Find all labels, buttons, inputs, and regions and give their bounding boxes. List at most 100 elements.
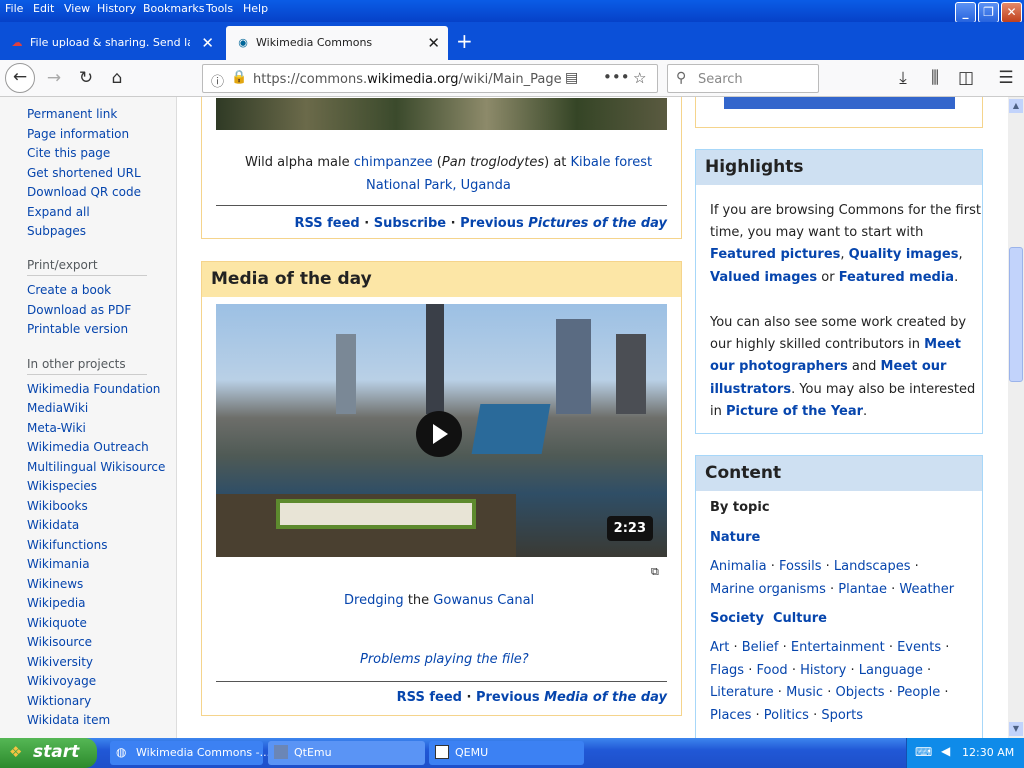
hamburger-menu-icon[interactable]: ☰ [992,65,1020,93]
sidebar-project-link[interactable]: Wiktionary [27,694,91,708]
sidebar-link-download-pdf[interactable]: Download as PDF [27,303,131,317]
menu-help[interactable]: Help [243,2,268,15]
forward-button[interactable]: → [40,65,68,93]
featured-media-link[interactable]: Featured media [839,270,954,285]
featured-pictures-link[interactable]: Featured pictures [710,247,840,262]
gowanus-canal-link[interactable]: Gowanus Canal [433,593,534,608]
landscapes-link[interactable]: Landscapes [834,559,911,574]
sidebar-toggle-icon[interactable]: ◫ [952,65,980,93]
subscribe-link[interactable]: Subscribe [374,216,446,231]
dredging-link[interactable]: Dredging [344,593,404,608]
sidebar-project-link[interactable]: Wikidata [27,518,79,532]
bookmark-star-icon[interactable]: ☆ [633,69,646,87]
sidebar-project-link[interactable]: MediaWiki [27,401,88,415]
reload-button[interactable]: ↻ [72,65,100,93]
potd-image[interactable] [216,98,667,130]
vertical-scrollbar[interactable]: ▲ ▼ [1008,97,1024,738]
library-icon[interactable]: ⫼ [921,65,949,93]
reader-view-icon[interactable]: ▤ [565,70,578,86]
fossils-link[interactable]: Fossils [779,559,822,574]
sidebar-link-qr-code[interactable]: Download QR code [27,185,141,199]
sidebar-project-link[interactable]: Wikimedia Outreach [27,440,149,454]
info-icon[interactable]: ⓘ [211,71,224,90]
tab-wikimedia-commons[interactable]: ◉ Wikimedia Commons ✕ [226,26,448,60]
entertainment-link[interactable]: Entertainment [791,640,885,655]
sidebar-project-link[interactable]: Wikivoyage [27,674,96,688]
rss-feed-link[interactable]: RSS feed [397,690,462,705]
meet-photographers-link[interactable]: Meet [924,337,961,352]
scroll-down-icon[interactable]: ▼ [1009,722,1023,736]
scrollbar-thumb[interactable] [1009,247,1023,382]
task-qtemu[interactable]: QtEmu [268,741,425,765]
tab-file-upload[interactable]: ☁ File upload & sharing. Send large f ✕ [0,26,222,60]
expand-icon[interactable]: ⧉ [651,565,659,579]
belief-link[interactable]: Belief [742,640,779,655]
chimpanzee-link[interactable]: chimpanzee [354,155,433,170]
sidebar-link-subpages[interactable]: Subpages [27,224,86,238]
objects-link[interactable]: Objects [835,685,884,700]
menu-view[interactable]: View [64,2,90,15]
menu-edit[interactable]: Edit [33,2,54,15]
sidebar-link-expand-all[interactable]: Expand all [27,205,90,219]
back-button[interactable]: ← [5,63,35,93]
sidebar-project-link[interactable]: Wikisource [27,635,92,649]
politics-link[interactable]: Politics [764,708,809,723]
scroll-up-icon[interactable]: ▲ [1009,99,1023,113]
sidebar-project-link[interactable]: Wikifunctions [27,538,108,552]
menu-tools[interactable]: Tools [206,2,233,15]
task-wikimedia-commons[interactable]: ◍ Wikimedia Commons -... [110,741,270,765]
sports-link[interactable]: Sports [821,708,863,723]
sidebar-project-link[interactable]: Multilingual Wikisource [27,460,165,474]
partial-blue-button[interactable] [724,97,955,109]
places-link[interactable]: Places [710,708,751,723]
menu-bookmarks[interactable]: Bookmarks [143,2,204,15]
close-button[interactable]: ✕ [1001,2,1022,23]
language-link[interactable]: Language [859,663,923,678]
search-input[interactable]: ⚲ Search [667,64,819,93]
picture-of-year-link[interactable]: Picture of the Year [726,404,863,419]
rss-feed-link[interactable]: RSS feed [294,216,359,231]
meet-illustrators-link[interactable]: Meet our [881,359,947,374]
sidebar-project-link[interactable]: Wikipedia [27,596,86,610]
sidebar-link-shortened-url[interactable]: Get shortened URL [27,166,141,180]
previous-potd-link[interactable]: Previous Pictures of the day [460,216,667,231]
sidebar-link-create-book[interactable]: Create a book [27,283,111,297]
nature-link[interactable]: Nature [710,530,760,545]
history-link[interactable]: History [800,663,846,678]
sidebar-project-link[interactable]: Wikiversity [27,655,93,669]
meet-photographers-link[interactable]: our photographers [710,359,848,374]
sidebar-project-link[interactable]: Wikimania [27,557,90,571]
previous-motd-link[interactable]: Previous Media of the day [476,690,667,705]
people-link[interactable]: People [897,685,940,700]
sidebar-project-link[interactable]: Wikibooks [27,499,88,513]
sidebar-link-printable[interactable]: Printable version [27,322,128,336]
kibale-forest-link[interactable]: Kibale forest [571,155,653,170]
art-link[interactable]: Art [710,640,729,655]
volume-icon[interactable]: ◀ [941,744,950,758]
weather-link[interactable]: Weather [899,582,954,597]
menu-file[interactable]: File [5,2,23,15]
food-link[interactable]: Food [757,663,788,678]
maximize-button[interactable]: ❐ [978,2,999,23]
sidebar-project-link[interactable]: Meta-Wiki [27,421,86,435]
url-bar[interactable]: ⓘ 🔒 https://commons.wikimedia.org/wiki/M… [202,64,658,93]
keyboard-icon[interactable]: ⌨ [915,745,932,759]
sidebar-project-link[interactable]: Wikidata item [27,713,110,727]
events-link[interactable]: Events [897,640,941,655]
play-button[interactable] [416,411,462,457]
task-qemu[interactable]: QEMU [429,741,584,765]
sidebar-project-link[interactable]: Wikispecies [27,479,97,493]
sidebar-link-page-information[interactable]: Page information [27,127,129,141]
menu-history[interactable]: History [97,2,136,15]
new-tab-icon[interactable]: + [456,30,473,52]
home-button[interactable]: ⌂ [103,65,131,93]
problems-playing-link[interactable]: Problems playing the file? [360,652,529,667]
page-actions-icon[interactable]: ••• [603,68,630,86]
meet-illustrators-link[interactable]: illustrators [710,382,791,397]
valued-images-link[interactable]: Valued images [710,270,817,285]
music-link[interactable]: Music [786,685,823,700]
flags-link[interactable]: Flags [710,663,744,678]
minimize-button[interactable]: _ [955,2,976,23]
quality-images-link[interactable]: Quality images [849,247,959,262]
marine-organisms-link[interactable]: Marine organisms [710,582,826,597]
